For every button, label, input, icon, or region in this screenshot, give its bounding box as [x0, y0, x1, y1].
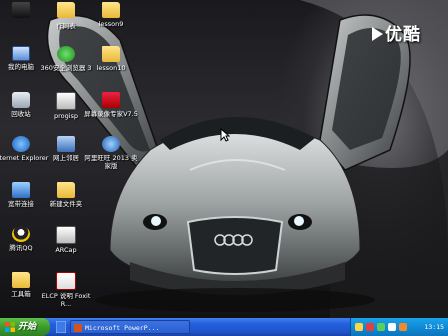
- folder-icon: [12, 272, 30, 288]
- app-icon: [56, 226, 76, 244]
- desktop-icon[interactable]: 屏幕录像专家V7.5: [82, 92, 140, 118]
- tray-icon[interactable]: [377, 323, 385, 331]
- mouse-cursor-icon: [220, 128, 230, 142]
- play-icon: [372, 27, 383, 41]
- icon-label: progisp: [53, 112, 79, 120]
- folder-icon: [57, 182, 75, 198]
- desktop-icon[interactable]: lesson10: [82, 46, 140, 72]
- youku-watermark: 优酷: [372, 20, 421, 45]
- desktop-icon[interactable]: 阿里旺旺 2013 卖家版: [82, 136, 140, 170]
- icon-label: 网上邻居: [53, 154, 79, 162]
- recycle-bin-icon: [12, 92, 30, 108]
- quick-launch-icon[interactable]: [56, 321, 66, 333]
- desktop-icon[interactable]: ARCap: [37, 226, 95, 254]
- browser-icon: [57, 46, 75, 62]
- taskbar-window-label: Microsoft PowerP...: [85, 324, 160, 332]
- folder-icon: [102, 2, 120, 18]
- windows-logo-icon: [5, 322, 15, 332]
- icon-label: lesson9: [98, 20, 124, 28]
- app-icon: [12, 2, 30, 18]
- clock[interactable]: 13:15: [424, 318, 444, 336]
- tray-icon[interactable]: [399, 323, 407, 331]
- icon-label: lesson10: [96, 64, 126, 72]
- desktop-icon[interactable]: ELCP 说明 Foxit R...: [37, 272, 95, 308]
- recorder-icon: [102, 92, 120, 108]
- tray-icon[interactable]: [366, 323, 374, 331]
- icon-label: 我的电脑: [8, 63, 34, 71]
- icon-label: ELCP 说明 Foxit R...: [41, 292, 91, 308]
- icon-label: 阿里旺旺 2013 卖家版: [84, 154, 138, 170]
- icon-label: 作同表: [56, 22, 76, 30]
- spacer-icon: [57, 4, 75, 20]
- icon-label: 回收站: [11, 110, 31, 118]
- icon-label: 宽带连接: [8, 200, 34, 208]
- folder-icon: [102, 46, 120, 62]
- desktop-icon[interactable]: lesson9: [82, 2, 140, 28]
- tray-icon[interactable]: [355, 323, 363, 331]
- taskbar: 开始 Microsoft PowerP... 13:15: [0, 318, 448, 336]
- powerpoint-icon: [74, 324, 82, 332]
- watermark-text: 优酷: [385, 25, 421, 45]
- icon-label: ARCap: [55, 246, 77, 254]
- icon-label: 新建文件夹: [49, 200, 83, 208]
- aliwangwang-icon: [102, 136, 120, 152]
- qq-icon: [12, 226, 30, 242]
- icon-label: 工具箱: [11, 290, 31, 298]
- network-icon: [57, 136, 75, 152]
- icon-label: 屏幕录像专家V7.5: [84, 110, 138, 118]
- broadband-icon: [12, 182, 30, 198]
- desktop: 优酷 作同表 lesson9 我的电脑 360安全浏览器 3 lesson10 …: [0, 0, 448, 318]
- system-tray: 13:15: [350, 318, 448, 336]
- pdf-icon: [56, 272, 76, 290]
- computer-icon: [12, 46, 30, 61]
- internet-explorer-icon: [12, 136, 30, 152]
- app-icon: [56, 92, 76, 110]
- icon-label: 腾讯QQ: [9, 244, 33, 252]
- tray-icon[interactable]: [388, 323, 396, 331]
- start-label: 开始: [18, 322, 37, 332]
- start-button[interactable]: 开始: [0, 318, 50, 336]
- desktop-icon[interactable]: 新建文件夹: [37, 182, 95, 208]
- taskbar-window-powerpoint[interactable]: Microsoft PowerP...: [70, 320, 190, 334]
